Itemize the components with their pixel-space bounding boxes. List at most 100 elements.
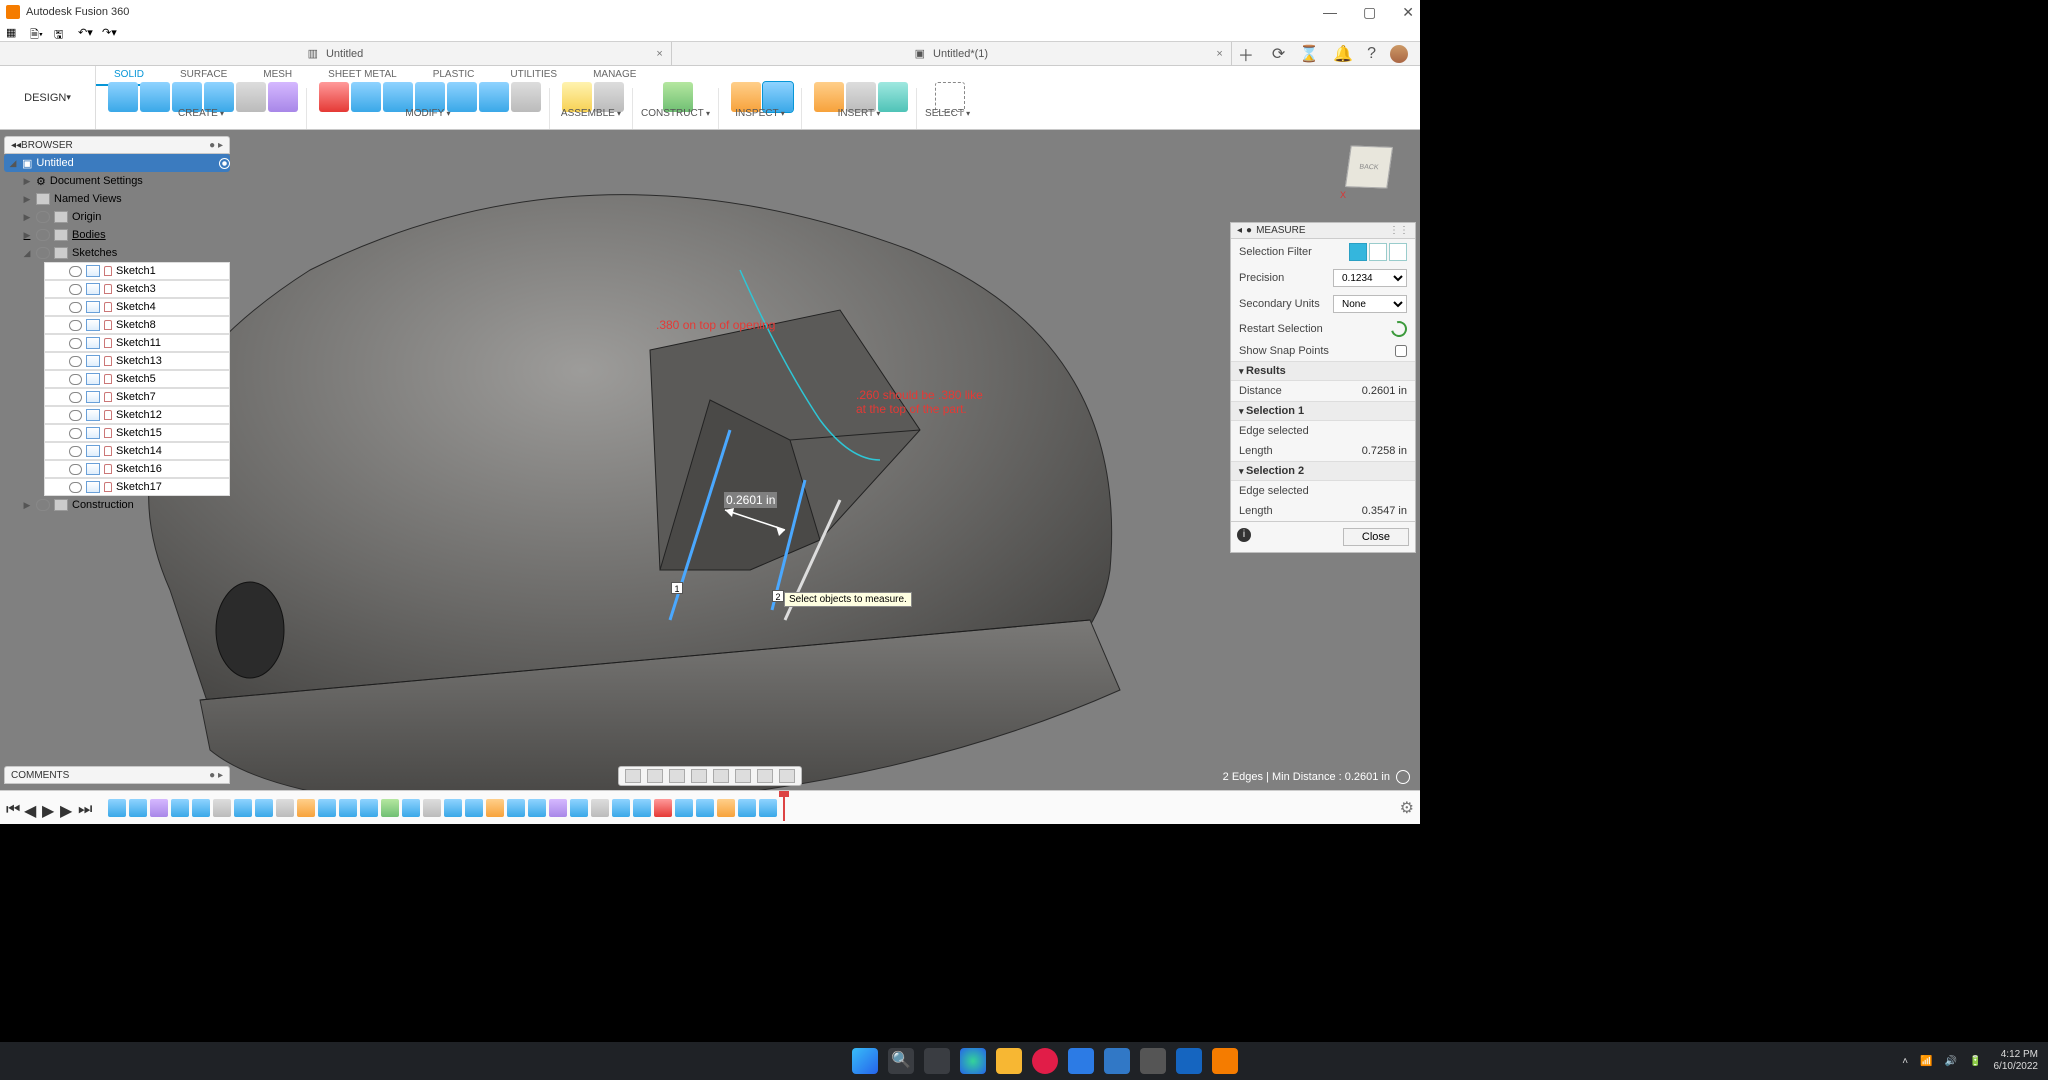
system-clock[interactable]: 4:12 PM 6/10/2022: [1993, 1049, 2038, 1073]
browser-sketch-item[interactable]: Sketch15: [44, 424, 230, 442]
activate-component-icon[interactable]: [219, 158, 230, 169]
save-icon[interactable]: 🖫: [54, 26, 68, 40]
browser-construction[interactable]: ▶Construction: [4, 496, 230, 514]
view-cube-face[interactable]: BACK: [1345, 145, 1393, 188]
battery-icon[interactable]: 🔋: [1969, 1056, 1981, 1067]
timeline-next-button[interactable]: ▶: [60, 801, 74, 815]
visibility-icon[interactable]: [69, 446, 82, 457]
edge-icon[interactable]: [960, 1048, 986, 1074]
vscode-icon[interactable]: [1068, 1048, 1094, 1074]
visibility-icon[interactable]: [69, 302, 82, 313]
close-button[interactable]: Close: [1343, 528, 1409, 546]
browser-header[interactable]: ◂◂ BROWSER ● ▸: [4, 136, 230, 154]
help-icon[interactable]: ?: [1367, 45, 1376, 63]
timeline-feature[interactable]: [675, 799, 693, 817]
user-avatar[interactable]: [1390, 45, 1408, 63]
visibility-icon[interactable]: [69, 392, 82, 403]
assemble-menu[interactable]: ASSEMBLE: [561, 108, 621, 119]
timeline-feature[interactable]: [654, 799, 672, 817]
construct-menu[interactable]: CONSTRUCT: [641, 108, 710, 119]
tray-chevron-icon[interactable]: ˄: [1902, 1056, 1908, 1067]
browser-document-settings[interactable]: ▶⚙Document Settings: [4, 172, 230, 190]
browser-sketch-item[interactable]: Sketch7: [44, 388, 230, 406]
browser-sketch-item[interactable]: Sketch13: [44, 352, 230, 370]
timeline-feature[interactable]: [717, 799, 735, 817]
timeline-feature[interactable]: [339, 799, 357, 817]
browser-sketch-item[interactable]: Sketch5: [44, 370, 230, 388]
timeline-feature[interactable]: [507, 799, 525, 817]
grid-settings-icon[interactable]: [757, 769, 773, 783]
browser-sketch-item[interactable]: Sketch11: [44, 334, 230, 352]
start-button[interactable]: [852, 1048, 878, 1074]
status-orbit-icon[interactable]: [1396, 770, 1410, 784]
panel-back-icon[interactable]: ◂: [1237, 225, 1242, 236]
viewport-layout-icon[interactable]: [779, 769, 795, 783]
job-status-icon[interactable]: ⌛: [1299, 44, 1319, 64]
box-button[interactable]: [140, 82, 170, 112]
search-button[interactable]: 🔍: [888, 1048, 914, 1074]
redo-icon[interactable]: ↷▾: [102, 26, 116, 40]
data-panel-icon[interactable]: ▦: [6, 26, 20, 40]
browser-sketches[interactable]: ◢Sketches: [4, 244, 230, 262]
comments-panel[interactable]: COMMENTS ● ▸: [4, 766, 230, 784]
panel-grip-icon[interactable]: ⋮⋮: [1389, 225, 1409, 236]
display-settings-icon[interactable]: [735, 769, 751, 783]
wifi-icon[interactable]: 📶: [1920, 1056, 1932, 1067]
browser-sketch-item[interactable]: Sketch3: [44, 280, 230, 298]
fit-icon[interactable]: [713, 769, 729, 783]
browser-collapse-icon[interactable]: ◂◂: [11, 140, 21, 151]
filter-component-button[interactable]: [1389, 243, 1407, 261]
visibility-icon[interactable]: [69, 482, 82, 493]
insert-menu[interactable]: INSERT: [838, 108, 881, 119]
file-explorer-icon[interactable]: [996, 1048, 1022, 1074]
document-tab-2[interactable]: ▣ Untitled*(1) ×: [672, 42, 1232, 65]
press-pull-button[interactable]: [351, 82, 381, 112]
workspace-switcher[interactable]: DESIGN: [0, 66, 96, 129]
timeline-feature[interactable]: [486, 799, 504, 817]
browser-sketch-item[interactable]: Sketch17: [44, 478, 230, 496]
timeline-feature[interactable]: [171, 799, 189, 817]
timeline-feature[interactable]: [633, 799, 651, 817]
info-icon[interactable]: i: [1237, 528, 1251, 542]
visibility-icon[interactable]: [36, 247, 50, 259]
comments-settings-icon[interactable]: ● ▸: [209, 770, 223, 781]
app-icon-2[interactable]: [1104, 1048, 1130, 1074]
browser-sketch-item[interactable]: Sketch8: [44, 316, 230, 334]
browser-sketch-item[interactable]: Sketch16: [44, 460, 230, 478]
timeline-feature[interactable]: [276, 799, 294, 817]
selection-2-header[interactable]: Selection 2: [1231, 461, 1415, 481]
timeline-feature[interactable]: [528, 799, 546, 817]
notifications-icon[interactable]: 🔔: [1333, 44, 1353, 64]
measure-header[interactable]: ◂ ● MEASURE ⋮⋮: [1231, 223, 1415, 239]
timeline-feature[interactable]: [150, 799, 168, 817]
shell-button[interactable]: [447, 82, 477, 112]
restart-selection-button[interactable]: [1388, 318, 1410, 340]
timeline-feature[interactable]: [759, 799, 777, 817]
sweep-button[interactable]: [236, 82, 266, 112]
window-close-button[interactable]: ✕: [1402, 4, 1414, 21]
orbit-icon[interactable]: [625, 769, 641, 783]
move-button[interactable]: [511, 82, 541, 112]
app-icon-1[interactable]: [1032, 1048, 1058, 1074]
pan-icon[interactable]: [669, 769, 685, 783]
window-maximize-button[interactable]: ▢: [1363, 4, 1376, 21]
outlook-icon[interactable]: [1176, 1048, 1202, 1074]
timeline-feature[interactable]: [297, 799, 315, 817]
view-cube[interactable]: BACK X: [1340, 140, 1400, 200]
viewport[interactable]: .380 on top of opening .260 should be .3…: [0, 130, 1420, 790]
browser-settings-icon[interactable]: ● ▸: [209, 140, 223, 151]
results-section-header[interactable]: Results: [1231, 361, 1415, 381]
visibility-icon[interactable]: [69, 284, 82, 295]
timeline-feature[interactable]: [255, 799, 273, 817]
visibility-icon[interactable]: [36, 499, 50, 511]
browser-sketch-item[interactable]: Sketch4: [44, 298, 230, 316]
timeline-settings-icon[interactable]: ⚙: [1400, 798, 1414, 818]
file-menu-icon[interactable]: 🗎▾: [30, 26, 44, 40]
new-tab-button[interactable]: ＋: [1232, 42, 1260, 65]
visibility-icon[interactable]: [69, 266, 82, 277]
extensions-icon[interactable]: ⟳: [1272, 44, 1285, 64]
look-at-icon[interactable]: [647, 769, 663, 783]
visibility-icon[interactable]: [69, 464, 82, 475]
timeline-feature[interactable]: [318, 799, 336, 817]
combine-button[interactable]: [479, 82, 509, 112]
